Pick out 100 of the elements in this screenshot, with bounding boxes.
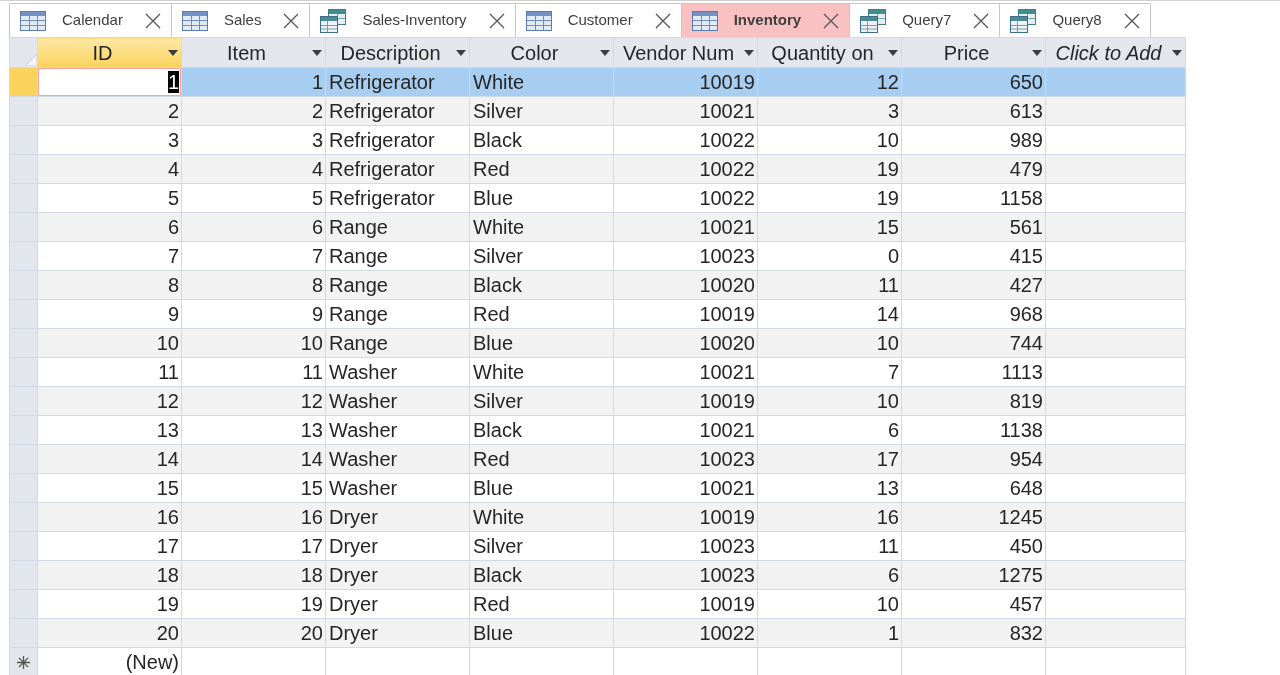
column-header[interactable]: Color — [469, 37, 614, 68]
column-header[interactable]: ID — [37, 37, 182, 68]
table-cell: 1158 — [901, 183, 1046, 213]
table-cell: 13 — [181, 415, 326, 445]
table-cell: Blue — [469, 473, 614, 503]
close-icon[interactable] — [973, 12, 990, 29]
table-cell: Washer — [325, 357, 470, 387]
close-icon[interactable] — [654, 12, 671, 29]
table-cell: White — [469, 357, 614, 387]
close-icon[interactable] — [823, 12, 840, 29]
table-cell: Red — [469, 154, 614, 184]
table-cell: 11 — [37, 357, 182, 387]
table-cell: Black — [469, 270, 614, 300]
table-icon — [181, 10, 208, 31]
table-cell: 11 — [181, 357, 326, 387]
table-cell: 10021 — [613, 415, 758, 445]
table-cell: Silver — [469, 96, 614, 126]
row-selector[interactable] — [9, 647, 38, 675]
table-cell: 6 — [757, 560, 902, 590]
column-header[interactable]: Description — [325, 37, 470, 68]
table-cell: 2 — [181, 96, 326, 126]
table-cell: Blue — [469, 183, 614, 213]
table-cell: 7 — [181, 241, 326, 271]
table-cell: 3 — [37, 125, 182, 155]
table-cell: 19 — [37, 589, 182, 619]
table-cell: 17 — [757, 444, 902, 474]
tab[interactable]: Inventory — [680, 3, 851, 37]
table-cell: Red — [469, 589, 614, 619]
dropdown-caret-icon[interactable] — [312, 49, 322, 56]
table-cell: 744 — [901, 328, 1046, 358]
table-cell: Blue — [469, 328, 614, 358]
column-header[interactable]: Price — [901, 37, 1046, 68]
table-cell: Black — [469, 560, 614, 590]
dropdown-caret-icon[interactable] — [600, 49, 610, 56]
dropdown-caret-icon[interactable] — [456, 49, 466, 56]
table-cell: Black — [469, 125, 614, 155]
dropdown-caret-icon[interactable] — [168, 49, 178, 56]
table-cell: 968 — [901, 299, 1046, 329]
query-icon — [1010, 8, 1037, 33]
table-cell: 832 — [901, 618, 1046, 648]
table-cell: Range — [325, 241, 470, 271]
table-cell: 10 — [757, 386, 902, 416]
column-header[interactable]: Click to Add — [1045, 37, 1186, 68]
dropdown-caret-icon[interactable] — [1032, 49, 1042, 56]
table-cell: 4 — [181, 154, 326, 184]
table-cell: 479 — [901, 154, 1046, 184]
table-cell: Refrigerator — [325, 125, 470, 155]
tab[interactable]: Query8 — [999, 3, 1151, 37]
table-cell: 561 — [901, 212, 1046, 242]
table-cell: 613 — [901, 96, 1046, 126]
asterisk-icon — [17, 655, 30, 669]
table-cell: 6 — [757, 415, 902, 445]
query-icon — [860, 8, 887, 33]
table-cell: 10021 — [613, 357, 758, 387]
table-cell: 10021 — [613, 212, 758, 242]
select-all-button[interactable] — [9, 37, 38, 68]
table-cell: 19 — [757, 154, 902, 184]
table-cell: Red — [469, 299, 614, 329]
table-cell: Range — [325, 328, 470, 358]
table-cell: 10 — [757, 589, 902, 619]
table-cell: 15 — [181, 473, 326, 503]
table-cell: 650 — [901, 67, 1046, 97]
table-cell: Washer — [325, 386, 470, 416]
table-cell: 13 — [757, 473, 902, 503]
table-cell: 8 — [181, 270, 326, 300]
table-cell: 9 — [37, 299, 182, 329]
close-icon[interactable] — [488, 12, 505, 29]
table-cell: 15 — [37, 473, 182, 503]
table-cell: 18 — [181, 560, 326, 590]
table-cell: 10020 — [613, 328, 758, 358]
table-cell: 0 — [757, 241, 902, 271]
close-icon[interactable] — [1123, 12, 1140, 29]
table-cell: 1 — [37, 67, 182, 97]
dropdown-caret-icon[interactable] — [744, 49, 754, 56]
table-cell: 1113 — [901, 357, 1046, 387]
column-header[interactable]: Vendor Num — [613, 37, 758, 68]
table-cell: Red — [469, 444, 614, 474]
close-icon[interactable] — [283, 12, 300, 29]
table-cell: Range — [325, 270, 470, 300]
close-icon[interactable] — [144, 12, 161, 29]
corner-triangle-icon — [25, 54, 37, 66]
table-cell: 10021 — [613, 473, 758, 503]
table-cell: 10022 — [613, 183, 758, 213]
table-cell: 1138 — [901, 415, 1046, 445]
dropdown-caret-icon[interactable] — [1172, 49, 1182, 56]
table-cell: 10019 — [613, 502, 758, 532]
table-cell: 9 — [181, 299, 326, 329]
column-header[interactable]: Item — [181, 37, 326, 68]
table-cell: 16 — [181, 502, 326, 532]
tab[interactable]: Calendar — [9, 3, 172, 37]
table-cell: 13 — [37, 415, 182, 445]
table-cell: Washer — [325, 415, 470, 445]
table-cell: 10022 — [613, 125, 758, 155]
dropdown-caret-icon[interactable] — [888, 49, 898, 56]
table-cell: 16 — [757, 502, 902, 532]
column-header[interactable]: Quantity on — [757, 37, 902, 68]
table-cell: 10022 — [613, 154, 758, 184]
table-cell: 1245 — [901, 502, 1046, 532]
table-cell: Range — [325, 212, 470, 242]
table-cell: 1 — [757, 618, 902, 648]
